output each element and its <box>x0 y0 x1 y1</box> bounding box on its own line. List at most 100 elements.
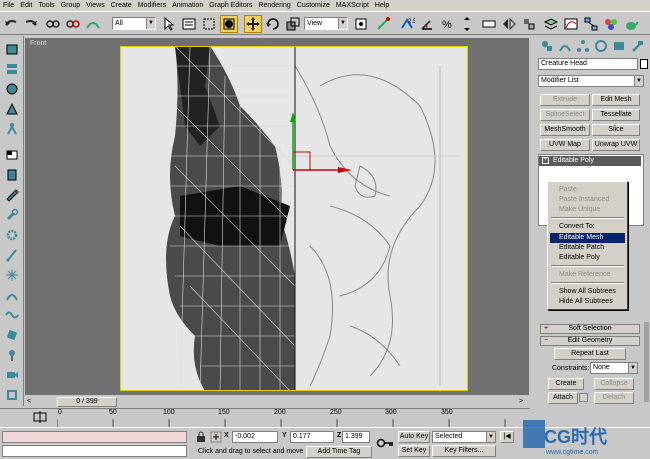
lock-icon[interactable] <box>195 431 207 443</box>
select-manipulate-button[interactable] <box>374 15 392 33</box>
maxscript-output-field[interactable] <box>2 445 187 457</box>
unlink-button[interactable] <box>64 15 82 33</box>
tab-utilities[interactable] <box>628 38 645 54</box>
viewport-canvas[interactable]: Front <box>25 38 529 395</box>
y-coord-field[interactable]: 0.177 <box>290 431 334 443</box>
modifier-uvw-map-button[interactable]: UVW Map <box>540 139 590 151</box>
material-editor-button[interactable] <box>602 15 620 33</box>
menu-rendering[interactable]: Rendering <box>255 0 293 11</box>
percent-snap-button[interactable]: % <box>438 15 456 33</box>
auto-key-button[interactable]: Auto Key <box>398 431 430 443</box>
menu-customize[interactable]: Customize <box>294 0 333 11</box>
curve-editor-button[interactable] <box>562 15 580 33</box>
menu-item-make-reference[interactable]: Make Reference <box>550 270 625 280</box>
menu-item-editable-mesh[interactable]: Editable Mesh <box>550 233 625 243</box>
left-tool-5[interactable] <box>3 120 20 137</box>
left-tool-9[interactable] <box>3 206 20 223</box>
render-button[interactable] <box>622 15 640 33</box>
modifier-unwrap-uvw-button[interactable]: Unwrap UVW <box>592 139 640 151</box>
snap-toggle-button[interactable]: 2.5 <box>398 15 416 33</box>
absolute-mode-icon[interactable] <box>210 431 222 443</box>
object-color-swatch[interactable] <box>640 59 648 69</box>
panel-scrollbar[interactable] <box>644 322 649 402</box>
left-tool-15[interactable] <box>3 326 20 343</box>
menu-item-paste[interactable]: Paste <box>550 185 625 195</box>
set-key-button[interactable]: Set Key <box>398 445 430 457</box>
tab-motion[interactable] <box>592 38 609 54</box>
menu-item-convert-to[interactable]: Convert To: <box>550 222 625 232</box>
tab-hierarchy[interactable] <box>574 38 591 54</box>
repeat-last-button[interactable]: Repeat Last <box>554 348 626 360</box>
z-coord-field[interactable]: 1.399 <box>342 431 370 443</box>
left-tool-12[interactable] <box>3 266 20 283</box>
redo-button[interactable] <box>22 15 40 33</box>
key-icon[interactable] <box>376 436 394 450</box>
next-frame-icon[interactable]: > <box>519 398 528 407</box>
selection-filter-dropdown[interactable]: All ▼ <box>112 17 156 30</box>
left-tool-14[interactable] <box>3 306 20 323</box>
undo-button[interactable] <box>2 15 20 33</box>
select-link-button[interactable] <box>44 15 62 33</box>
create-button[interactable]: Create <box>548 378 584 390</box>
menu-file[interactable]: File <box>0 0 17 11</box>
key-filters-button[interactable]: Key Filters... <box>432 445 496 457</box>
spinner-snap-button[interactable] <box>458 15 476 33</box>
menu-maxscript[interactable]: MAXScript <box>333 0 372 11</box>
modifier-meshsmooth-button[interactable]: MeshSmooth <box>540 124 590 136</box>
goto-start-button[interactable]: |◀ <box>500 431 514 443</box>
modifier-tessellate-button[interactable]: Tessellate <box>592 109 640 121</box>
x-coord-field[interactable]: -0.002 <box>232 431 278 443</box>
window-crossing-button[interactable] <box>220 15 238 33</box>
stack-item-editable-poly[interactable]: + Editable Poly <box>539 156 641 166</box>
menu-group[interactable]: Group <box>58 0 83 11</box>
left-tool-18[interactable] <box>3 386 20 403</box>
attach-settings-button[interactable] <box>579 393 588 402</box>
left-tool-11[interactable] <box>3 246 20 263</box>
menu-item-paste-instanced[interactable]: Paste Instanced <box>550 195 625 205</box>
menu-item-editable-poly[interactable]: Editable Poly <box>550 253 625 263</box>
time-slider[interactable]: 0 / 399 > < <box>27 397 529 408</box>
move-gizmo[interactable] <box>280 108 360 188</box>
viewport-front[interactable]: Front <box>25 38 529 395</box>
left-tool-13[interactable] <box>3 286 20 303</box>
menu-help[interactable]: Help <box>372 0 392 11</box>
menu-create[interactable]: Create <box>108 0 135 11</box>
track-bar-icon[interactable] <box>30 409 50 427</box>
select-object-button[interactable] <box>160 15 178 33</box>
track-bar[interactable]: 0 50 100 150 200 250 300 350 <box>0 408 530 428</box>
reference-coord-dropdown[interactable]: View ▼ <box>304 17 348 30</box>
mirror-button[interactable] <box>500 15 518 33</box>
collapse-button[interactable]: Collapse <box>594 378 634 390</box>
constraints-dropdown[interactable]: None ▼ <box>590 362 638 374</box>
prev-frame-icon[interactable]: < <box>27 398 36 407</box>
align-button[interactable] <box>520 15 538 33</box>
angle-snap-button[interactable] <box>418 15 436 33</box>
detach-button[interactable]: Detach <box>594 392 634 404</box>
modifier-edit-mesh-button[interactable]: Edit Mesh <box>592 94 640 106</box>
left-tool-10[interactable] <box>3 226 20 243</box>
attach-button[interactable]: Attach <box>548 392 578 404</box>
modifier-splineselect-button[interactable]: SplineSelect <box>540 109 590 121</box>
soft-selection-rollout[interactable]: + Soft Selection <box>540 324 640 334</box>
region-select-button[interactable] <box>200 15 218 33</box>
object-name-field[interactable]: Creature Head <box>538 58 638 70</box>
modifier-list-dropdown[interactable]: Modifier List ▼ <box>538 75 644 87</box>
left-tool-4[interactable] <box>3 100 20 117</box>
maxscript-listener-field[interactable] <box>2 431 187 443</box>
tab-create[interactable] <box>538 38 555 54</box>
time-slider-thumb[interactable]: 0 / 399 <box>57 397 117 407</box>
modifier-slice-button[interactable]: Slice <box>592 124 640 136</box>
menu-graph-editors[interactable]: Graph Editors <box>206 0 255 11</box>
select-by-name-button[interactable] <box>180 15 198 33</box>
menu-item-hide-all-subtrees[interactable]: Hide All Subtrees <box>550 297 625 307</box>
select-rotate-button[interactable] <box>264 15 282 33</box>
left-tool-7[interactable] <box>3 166 20 183</box>
menu-item-show-all-subtrees[interactable]: Show All Subtrees <box>550 287 625 297</box>
layer-manager-button[interactable] <box>542 15 560 33</box>
named-selection-button[interactable] <box>480 15 498 33</box>
key-mode-dropdown[interactable]: Selected ▼ <box>432 431 496 443</box>
left-tool-8[interactable] <box>3 186 20 203</box>
menu-tools[interactable]: Tools <box>35 0 57 11</box>
bind-space-warp-button[interactable] <box>84 15 102 33</box>
schematic-view-button[interactable] <box>582 15 600 33</box>
